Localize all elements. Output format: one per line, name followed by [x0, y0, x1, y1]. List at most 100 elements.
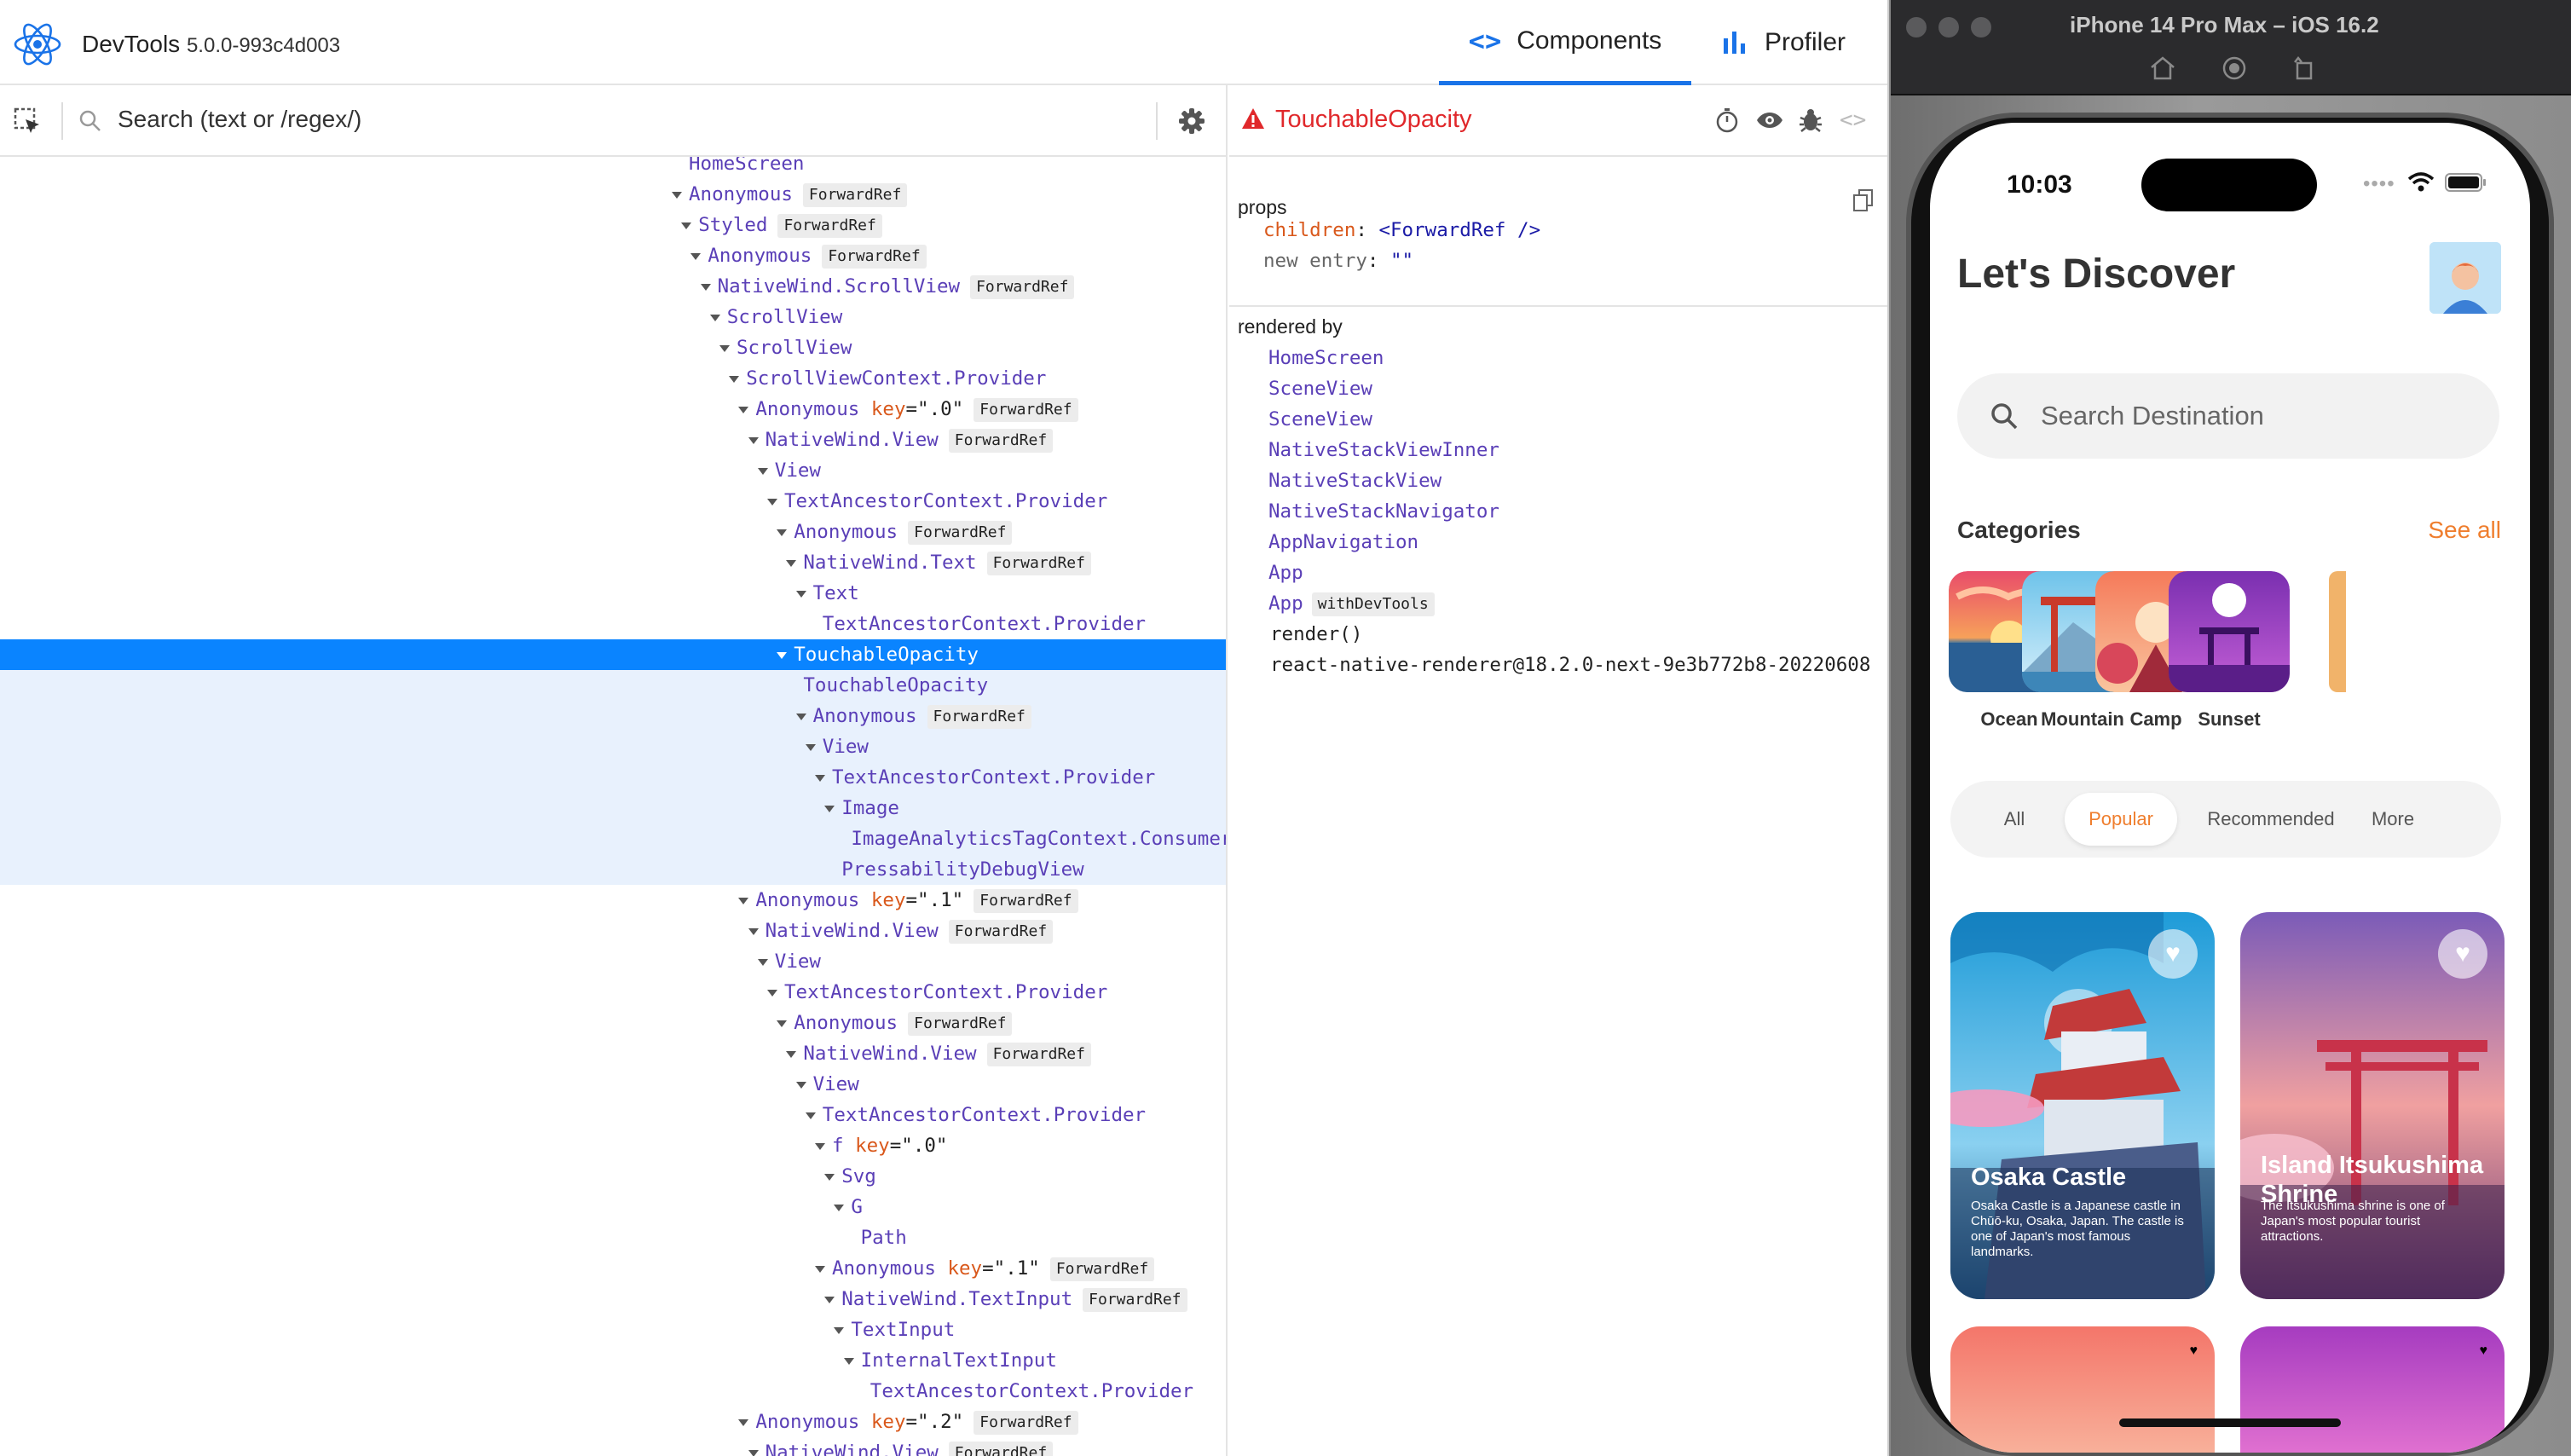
tree-row[interactable]: Path — [0, 1222, 1226, 1253]
expand-caret-icon[interactable] — [748, 1449, 759, 1456]
tree-row[interactable]: Image — [0, 793, 1226, 823]
favorite-heart-icon[interactable]: ♥ — [2148, 929, 2198, 979]
tree-row[interactable]: NativeWind.View ForwardRef — [0, 1437, 1226, 1456]
tree-row[interactable]: Anonymous ForwardRef — [0, 517, 1226, 547]
expand-caret-icon[interactable] — [786, 1050, 797, 1058]
zoom-window-button[interactable] — [1971, 17, 1991, 38]
tree-row[interactable]: ImageAnalyticsTagContext.Consumer — [0, 823, 1226, 854]
expand-caret-icon[interactable] — [767, 989, 777, 997]
favorite-heart-icon[interactable]: ♥ — [2190, 1343, 2198, 1359]
expand-caret-icon[interactable] — [719, 344, 730, 352]
component-search-input[interactable]: Search (text or /regex/) — [118, 106, 361, 133]
tree-row[interactable]: TextAncestorContext.Provider — [0, 609, 1226, 639]
expand-caret-icon[interactable] — [738, 406, 749, 413]
tree-row-selected[interactable]: TouchableOpacity — [0, 639, 1226, 670]
home-icon[interactable] — [2150, 56, 2175, 80]
favorite-heart-icon[interactable]: ♥ — [2438, 929, 2487, 979]
expand-caret-icon[interactable] — [757, 958, 768, 966]
tree-row[interactable]: View — [0, 946, 1226, 977]
tree-row[interactable]: Styled ForwardRef — [0, 210, 1226, 240]
tree-row[interactable]: Anonymous key=".2" ForwardRef — [0, 1407, 1226, 1437]
rendered-by-link[interactable]: HomeScreen — [1268, 343, 1384, 373]
expand-caret-icon[interactable] — [795, 713, 806, 720]
close-window-button[interactable] — [1906, 17, 1927, 38]
rendered-by-link[interactable]: App — [1268, 558, 1303, 588]
tree-row[interactable]: f key=".0" — [0, 1130, 1226, 1161]
gear-icon[interactable] — [1178, 107, 1205, 135]
stopwatch-icon[interactable] — [1715, 107, 1739, 133]
tree-row[interactable]: NativeWind.View ForwardRef — [0, 425, 1226, 455]
filter-popular[interactable]: Popular — [2065, 793, 2177, 846]
expand-caret-icon[interactable] — [681, 222, 692, 229]
tree-row[interactable]: Anonymous ForwardRef — [0, 240, 1226, 271]
expand-caret-icon[interactable] — [824, 805, 835, 812]
tree-row[interactable]: InternalTextInput — [0, 1345, 1226, 1376]
expand-caret-icon[interactable] — [700, 283, 711, 291]
tree-row[interactable]: NativeWind.View ForwardRef — [0, 916, 1226, 946]
tree-row[interactable]: Anonymous ForwardRef — [0, 701, 1226, 731]
destination-card-next-1[interactable]: ♥ — [1950, 1326, 2215, 1453]
expand-caret-icon[interactable] — [690, 252, 702, 260]
expand-caret-icon[interactable] — [815, 1265, 825, 1273]
destination-search-field[interactable]: Search Destination — [1957, 373, 2499, 459]
tree-row[interactable]: Anonymous key=".0" ForwardRef — [0, 394, 1226, 425]
tree-row[interactable]: TouchableOpacity — [0, 670, 1226, 701]
expand-caret-icon[interactable] — [672, 191, 682, 199]
tree-row[interactable]: NativeWind.View ForwardRef — [0, 1038, 1226, 1069]
tree-row[interactable]: PressabilityDebugView — [0, 854, 1226, 885]
expand-caret-icon[interactable] — [824, 1296, 835, 1303]
expand-caret-icon[interactable] — [729, 375, 740, 383]
rendered-by-link[interactable]: NativeStackNavigator — [1268, 496, 1499, 527]
destination-card-osaka-castle[interactable]: ♥ Osaka Castle Osaka Castle is a Japanes… — [1950, 912, 2215, 1299]
rendered-by-link[interactable]: AppNavigation — [1268, 527, 1418, 558]
expand-caret-icon[interactable] — [805, 1112, 816, 1119]
rendered-by-link[interactable]: NativeStackView — [1268, 465, 1441, 496]
tree-row[interactable]: G — [0, 1192, 1226, 1222]
filter-recommended[interactable]: Recommended — [2198, 793, 2344, 846]
tree-row[interactable]: HomeScreen — [0, 157, 1226, 179]
rendered-by-link[interactable]: SceneView — [1268, 373, 1372, 404]
prop-row-new-entry[interactable]: new entry: "" — [1263, 246, 1413, 276]
destination-card-next-2[interactable]: ♥ — [2240, 1326, 2505, 1453]
eye-icon[interactable] — [1756, 111, 1783, 130]
screenshot-icon[interactable] — [2221, 55, 2247, 81]
tree-row[interactable]: TextAncestorContext.Provider — [0, 762, 1226, 793]
copy-icon[interactable] — [1853, 189, 1874, 211]
tab-components[interactable]: <> Components — [1439, 0, 1691, 85]
expand-caret-icon[interactable] — [748, 927, 759, 935]
expand-caret-icon[interactable] — [815, 774, 825, 782]
rendered-by-link[interactable]: SceneView — [1268, 404, 1372, 435]
expand-caret-icon[interactable] — [777, 529, 788, 536]
tree-row[interactable]: Anonymous key=".1" ForwardRef — [0, 1253, 1226, 1284]
rotate-icon[interactable] — [2291, 55, 2317, 81]
tree-row[interactable]: Anonymous ForwardRef — [0, 179, 1226, 210]
tree-row[interactable]: ScrollView — [0, 332, 1226, 363]
tree-row[interactable]: TextAncestorContext.Provider — [0, 1376, 1226, 1407]
home-indicator[interactable] — [2119, 1418, 2341, 1427]
expand-caret-icon[interactable] — [815, 1142, 825, 1150]
tree-row[interactable]: Text — [0, 578, 1226, 609]
expand-caret-icon[interactable] — [843, 1357, 854, 1365]
filter-all[interactable]: All — [1985, 793, 2044, 846]
filter-more[interactable]: More — [2354, 793, 2431, 846]
inspect-element-icon[interactable] — [14, 107, 43, 136]
tree-row[interactable]: TextInput — [0, 1314, 1226, 1345]
tree-row[interactable]: ScrollView — [0, 302, 1226, 332]
expand-caret-icon[interactable] — [777, 1020, 788, 1027]
prop-row-children[interactable]: children: <ForwardRef /> — [1263, 215, 1540, 246]
view-source-icon[interactable]: <> — [1840, 107, 1866, 133]
tree-row[interactable]: TextAncestorContext.Provider — [0, 1100, 1226, 1130]
tree-row[interactable]: NativeWind.ScrollView ForwardRef — [0, 271, 1226, 302]
rendered-by-link[interactable]: NativeStackViewInner — [1268, 435, 1499, 465]
expand-caret-icon[interactable] — [777, 651, 788, 659]
expand-caret-icon[interactable] — [786, 559, 797, 567]
expand-caret-icon[interactable] — [795, 1081, 806, 1089]
tree-row[interactable]: ScrollViewContext.Provider — [0, 363, 1226, 394]
expand-caret-icon[interactable] — [748, 436, 759, 444]
tree-row[interactable]: NativeWind.TextInput ForwardRef — [0, 1284, 1226, 1314]
expand-caret-icon[interactable] — [795, 590, 806, 598]
expand-caret-icon[interactable] — [709, 314, 720, 321]
destination-card-itsukushima-shrine[interactable]: ♥ Island Itsukushima Shrine The Itsukush… — [2240, 912, 2505, 1299]
expand-caret-icon[interactable] — [738, 1418, 749, 1426]
bug-icon[interactable] — [1799, 107, 1823, 133]
